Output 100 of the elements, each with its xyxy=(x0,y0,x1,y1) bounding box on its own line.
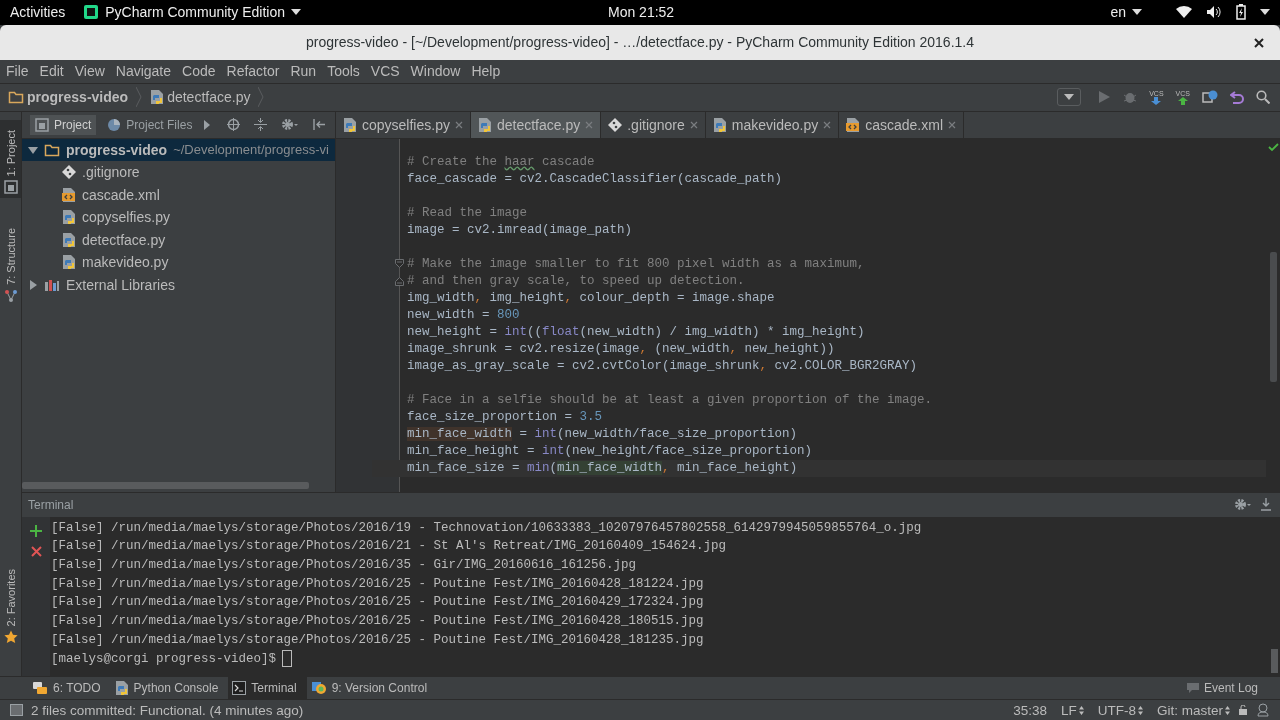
encoding-selector[interactable]: UTF-8 xyxy=(1097,702,1143,718)
tool-window-button[interactable]: 1: Project xyxy=(0,119,21,199)
python-file-icon xyxy=(477,116,492,133)
menu-item[interactable]: Code xyxy=(182,63,222,80)
tool-window-tab[interactable]: Python Console xyxy=(110,677,229,700)
branch-selector[interactable]: Git: master xyxy=(1157,702,1230,718)
panel-tab[interactable]: Project xyxy=(30,114,97,135)
menu-item[interactable]: Edit xyxy=(39,63,70,80)
code-line: new_height = int((float(new_width) / img_width) * img_height) xyxy=(407,324,865,339)
cursor-position[interactable]: 35:38 xyxy=(1013,702,1047,718)
undo-icon[interactable] xyxy=(1230,90,1244,105)
clock[interactable]: Mon 21:52 xyxy=(608,4,675,21)
folder-icon xyxy=(44,142,60,157)
editor-tab[interactable]: detectface.py xyxy=(470,111,602,138)
expander-icon xyxy=(28,279,38,290)
activities-button[interactable]: Activities xyxy=(0,4,76,21)
tool-window-tab[interactable]: 9: Version Control xyxy=(306,677,438,700)
python-file-icon xyxy=(712,116,727,133)
inspector-icon[interactable] xyxy=(1256,703,1270,718)
panel-title: Terminal xyxy=(28,497,74,512)
app-menu[interactable]: PyCharm Community Edition xyxy=(75,4,309,21)
run-config-dropdown[interactable] xyxy=(1057,88,1082,107)
tree-item[interactable]: .gitignore xyxy=(22,161,335,184)
xml-file-icon xyxy=(846,116,861,133)
menu-item[interactable]: Navigate xyxy=(115,63,178,80)
bug-icon[interactable] xyxy=(1123,90,1138,105)
tree-item[interactable]: detectface.py xyxy=(22,228,335,252)
tree-item[interactable]: cascade.xml xyxy=(22,183,335,207)
check-icon xyxy=(1267,142,1279,152)
tool-window-button[interactable]: 7: Structure xyxy=(0,218,21,307)
plus-icon[interactable] xyxy=(30,524,42,537)
volume-icon[interactable] xyxy=(1206,5,1222,20)
event-log-button[interactable]: Event Log xyxy=(1182,677,1268,700)
tree-item[interactable]: External Libraries xyxy=(22,273,335,297)
scrollbar[interactable] xyxy=(1270,649,1278,674)
todo-icon xyxy=(32,681,48,696)
settings-icon[interactable] xyxy=(281,118,300,132)
menu-item[interactable]: VCS xyxy=(370,63,406,80)
python-file-icon xyxy=(62,231,76,248)
scrollbar[interactable] xyxy=(22,481,309,489)
menu-item[interactable]: Window xyxy=(410,63,467,80)
python-file-icon xyxy=(343,116,357,133)
python-icon xyxy=(114,680,129,697)
line-separator-selector[interactable]: LF xyxy=(1060,702,1084,718)
code-line: # Face in a selfie should be at least a given proportion of the image. xyxy=(407,392,933,407)
terminal-line: [False] /run/media/maelys/storage/Photos/2016/25 - Poutine Fest/IMG_20160428_180515.jpg xyxy=(51,613,705,631)
menu-item[interactable]: File xyxy=(6,63,35,80)
tool-window-button[interactable]: 2: Favorites xyxy=(0,558,21,649)
tool-window-tab[interactable]: Terminal xyxy=(228,677,307,700)
settings-icon[interactable] xyxy=(1234,498,1252,512)
search-icon[interactable] xyxy=(1256,90,1270,105)
up-down-arrows-icon xyxy=(1225,705,1230,715)
history-icon[interactable] xyxy=(1202,90,1218,105)
terminal-line: [False] /run/media/maelys/storage/Photos/2016/19 - Technovation/10633383_10207976457802558_6142979945059855764_o.jpg xyxy=(51,519,923,537)
code-line: image_as_gray_scale = cv2.cvtColor(image_shrunk, cv2.COLOR_BGR2GRAY) xyxy=(407,358,918,373)
fold-marker-icon[interactable] xyxy=(395,259,404,270)
menu-item[interactable]: Run xyxy=(290,63,323,80)
breadcrumb[interactable]: detectface.py xyxy=(150,89,251,106)
terminal-line: [False] /run/media/maelys/storage/Photos/2016/35 - Gir/IMG_20160616_161256.jpg xyxy=(51,557,638,575)
diamond-icon xyxy=(62,165,76,180)
collapse-icon[interactable] xyxy=(254,118,268,132)
python-file-icon xyxy=(62,209,76,226)
more-tabs-icon[interactable] xyxy=(203,119,212,130)
menu-item[interactable]: Refactor xyxy=(226,63,286,80)
fold-marker-icon[interactable] xyxy=(395,276,404,287)
menu-item[interactable]: Help xyxy=(471,63,507,80)
menu-item[interactable]: View xyxy=(74,63,111,80)
panel-toggle-icon[interactable] xyxy=(10,704,23,717)
lock-icon[interactable] xyxy=(1238,705,1248,716)
language-menu[interactable]: en xyxy=(1110,4,1142,21)
run-icon[interactable] xyxy=(1097,90,1112,105)
panel-tab[interactable]: Project Files xyxy=(102,114,198,135)
library-icon xyxy=(44,277,60,292)
wifi-icon[interactable] xyxy=(1176,5,1192,20)
editor-tab[interactable]: makevideo.py xyxy=(705,111,840,138)
xml-file-icon xyxy=(62,186,76,203)
caret-icon[interactable] xyxy=(1260,9,1270,16)
code-line: min_face_height = int(new_height/face_size_proportion) xyxy=(407,443,813,458)
speech-bubble-icon xyxy=(1186,682,1199,694)
tree-item[interactable]: makevideo.py xyxy=(22,251,335,274)
star-icon xyxy=(3,630,18,645)
hide-panel-icon[interactable] xyxy=(313,118,327,132)
status-message: 2 files committed: Functional. (4 minutes ago) xyxy=(31,702,304,718)
terminal-line: [False] /run/media/maelys/storage/Photos/2016/25 - Poutine Fest/IMG_20160429_172324.jpg xyxy=(51,594,705,612)
editor-tab[interactable]: .gitignore xyxy=(601,111,706,138)
close-icon[interactable] xyxy=(1254,37,1264,48)
terminal-icon xyxy=(232,681,247,696)
tree-item[interactable]: copyselfies.py xyxy=(22,206,335,229)
tree-item[interactable]: progress-video ~/Development/progress-vi xyxy=(22,138,335,162)
editor-tab[interactable]: cascade.xml xyxy=(839,111,964,138)
editor-tab[interactable]: copyselfies.py xyxy=(336,111,471,138)
menu-item[interactable]: Tools xyxy=(327,63,366,80)
minimize-icon[interactable] xyxy=(1260,498,1272,512)
scrollbar[interactable] xyxy=(1269,251,1277,382)
battery-icon[interactable] xyxy=(1236,4,1246,21)
tool-window-tab[interactable]: 6: TODO xyxy=(28,677,111,700)
terminal-line: [False] /run/media/maelys/storage/Photos/2016/21 - St Al's Retreat/IMG_20160409_154624.jpg xyxy=(51,538,728,556)
code-line: min_face_width = int(new_width/face_size_proportion) xyxy=(407,426,798,441)
breadcrumb[interactable]: progress-video xyxy=(8,89,129,106)
crosshair-icon[interactable] xyxy=(227,118,241,132)
